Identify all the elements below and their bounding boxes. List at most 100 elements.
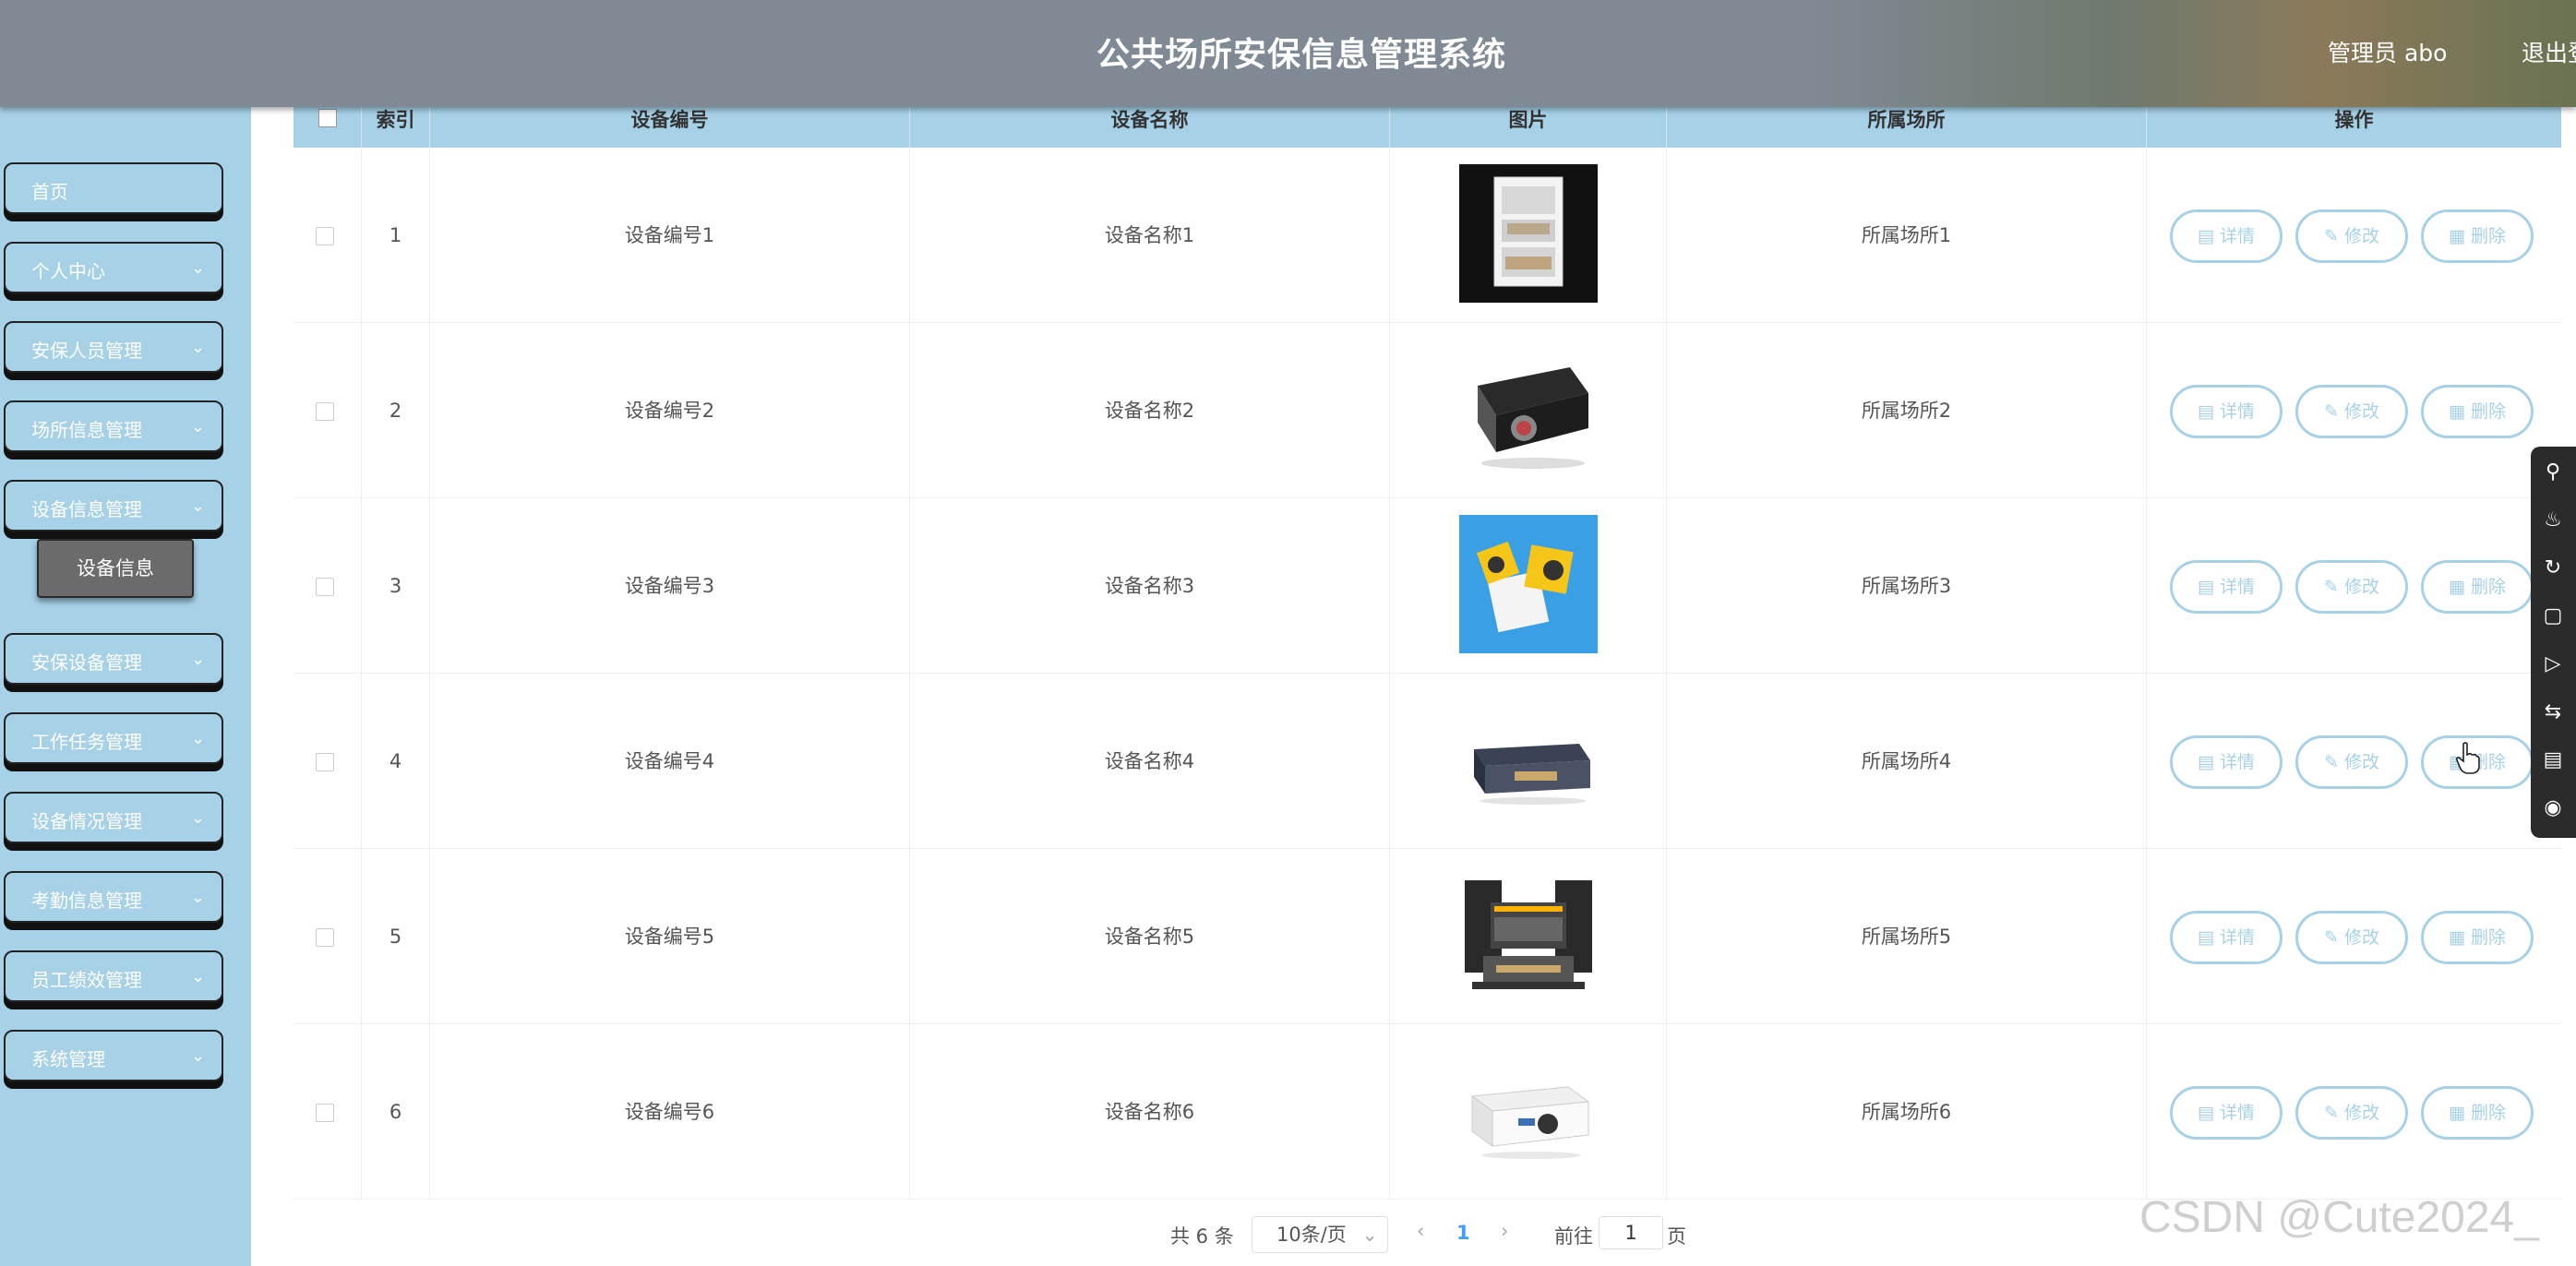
flame-icon[interactable]: ♨ xyxy=(2540,508,2566,533)
cell-device-code: 设备编号2 xyxy=(430,323,910,498)
sidebar-item-work-task[interactable]: 工作任务管理 ⌄ xyxy=(4,712,223,764)
cell-device-name: 设备名称2 xyxy=(910,323,1390,498)
refresh-icon[interactable]: ↻ xyxy=(2540,555,2566,581)
table-row: 2 设备编号2 设备名称2 所属场所2 ▤ 详情 ✎ 修改 ▦ 删除 xyxy=(294,323,2561,498)
detail-button[interactable]: ▤ 详情 xyxy=(2170,560,2282,614)
header-select-all[interactable] xyxy=(294,107,362,148)
sidebar-item-label: 场所信息管理 xyxy=(31,419,142,441)
chevron-down-icon: ⌄ xyxy=(190,417,205,436)
goto-page-input[interactable]: 1 xyxy=(1599,1216,1663,1249)
document-icon: ▤ xyxy=(2197,577,2214,597)
edit-button[interactable]: ✎ 修改 xyxy=(2295,1086,2408,1140)
device-image[interactable] xyxy=(1459,164,1598,303)
cell-index: 3 xyxy=(362,498,430,674)
edit-button[interactable]: ✎ 修改 xyxy=(2295,911,2408,964)
sidebar-item-label: 工作任务管理 xyxy=(31,731,142,753)
next-page-button[interactable]: › xyxy=(1501,1220,1508,1242)
sidebar-item-performance[interactable]: 员工绩效管理 ⌄ xyxy=(4,950,223,1002)
chevron-down-icon: ⌄ xyxy=(190,1046,205,1066)
table-row: 6 设备编号6 设备名称6 所属场所6 ▤ 详情 ✎ 修改 ▦ 删除 xyxy=(294,1024,2561,1200)
search-icon[interactable]: ⚲ xyxy=(2540,460,2566,485)
edit-button[interactable]: ✎ 修改 xyxy=(2295,560,2408,614)
device-image[interactable] xyxy=(1459,866,1598,1004)
cell-place: 所属场所3 xyxy=(1667,498,2147,674)
detail-button[interactable]: ▤ 详情 xyxy=(2170,385,2282,438)
detail-button[interactable]: ▤ 详情 xyxy=(2170,735,2282,789)
cell-place: 所属场所5 xyxy=(1667,849,2147,1024)
delete-button[interactable]: ▦ 删除 xyxy=(2421,1086,2534,1140)
column-header: 所属场所 xyxy=(1667,107,2147,148)
logout-link[interactable]: 退出登录 xyxy=(2522,35,2576,68)
edit-button[interactable]: ✎ 修改 xyxy=(2295,209,2408,263)
device-image[interactable] xyxy=(1459,1041,1598,1179)
delete-button[interactable]: ▦ 删除 xyxy=(2421,385,2534,438)
page-size-select[interactable]: 10条/页 ⌄ xyxy=(1252,1216,1388,1253)
cell-index: 4 xyxy=(362,674,430,849)
detail-button[interactable]: ▤ 详情 xyxy=(2170,1086,2282,1140)
delete-button[interactable]: ▦ 删除 xyxy=(2421,209,2534,263)
select-all-checkbox[interactable] xyxy=(318,109,337,127)
sidebar-item-place-info[interactable]: 场所信息管理 ⌄ xyxy=(4,400,223,452)
row-select-cell xyxy=(294,1024,362,1200)
device-image[interactable] xyxy=(1459,690,1598,829)
edit-button[interactable]: ✎ 修改 xyxy=(2295,385,2408,438)
cell-actions: ▤ 详情 ✎ 修改 ▦ 删除 xyxy=(2147,498,2561,674)
row-checkbox[interactable] xyxy=(316,1104,334,1122)
column-header: 索引 xyxy=(362,107,430,148)
edit-label: 修改 xyxy=(2343,226,2379,246)
camera-icon[interactable]: ◉ xyxy=(2540,795,2566,821)
cell-place: 所属场所1 xyxy=(1667,148,2147,323)
row-checkbox[interactable] xyxy=(316,928,334,947)
sidebar: 首页 个人中心 ⌄ 安保人员管理 ⌄ 场所信息管理 ⌄ 设备信息管理 ⌄ 设备信… xyxy=(0,107,251,1266)
detail-button[interactable]: ▤ 详情 xyxy=(2170,911,2282,964)
cell-device-name: 设备名称6 xyxy=(910,1024,1390,1200)
row-checkbox[interactable] xyxy=(316,227,334,245)
cell-device-name: 设备名称4 xyxy=(910,674,1390,849)
delete-button[interactable]: ▦ 删除 xyxy=(2421,560,2534,614)
sidebar-item-label: 设备信息管理 xyxy=(31,498,142,520)
chevron-down-icon: ⌄ xyxy=(190,258,205,278)
page-size-value: 10条/页 xyxy=(1276,1224,1347,1246)
document-icon: ▤ xyxy=(2197,1103,2214,1123)
edit-button[interactable]: ✎ 修改 xyxy=(2295,735,2408,789)
cell-device-code: 设备编号5 xyxy=(430,849,910,1024)
sidebar-item-device-info[interactable]: 设备信息管理 ⌄ xyxy=(4,480,223,531)
delete-label: 删除 xyxy=(2470,577,2506,597)
detail-label: 详情 xyxy=(2219,1103,2255,1123)
sidebar-item-attendance[interactable]: 考勤信息管理 ⌄ xyxy=(4,871,223,923)
device-image[interactable] xyxy=(1459,515,1598,653)
pencil-icon: ✎ xyxy=(2324,577,2339,597)
sidebar-item-security-staff[interactable]: 安保人员管理 ⌄ xyxy=(4,321,223,373)
sidebar-item-system[interactable]: 系统管理 ⌄ xyxy=(4,1030,223,1081)
cell-place: 所属场所4 xyxy=(1667,674,2147,849)
cell-actions: ▤ 详情 ✎ 修改 ▦ 删除 xyxy=(2147,849,2561,1024)
device-image[interactable] xyxy=(1459,340,1598,478)
cell-place: 所属场所2 xyxy=(1667,323,2147,498)
row-checkbox[interactable] xyxy=(316,402,334,421)
sidebar-subitem-device-info[interactable]: 设备信息 xyxy=(37,539,194,598)
video-icon[interactable]: ▢ xyxy=(2540,603,2566,629)
pencil-icon: ✎ xyxy=(2324,752,2339,772)
row-checkbox[interactable] xyxy=(316,753,334,771)
sidebar-item-home[interactable]: 首页 xyxy=(4,162,223,214)
delete-button[interactable]: ▦ 删除 xyxy=(2421,911,2534,964)
translate-icon[interactable]: ▤ xyxy=(2540,747,2566,773)
sidebar-item-label: 员工绩效管理 xyxy=(31,969,142,991)
detail-button[interactable]: ▤ 详情 xyxy=(2170,209,2282,263)
column-header: 图片 xyxy=(1390,107,1667,148)
watermark: CSDN @Cute2024_ xyxy=(2139,1193,2539,1242)
sidebar-item-security-device[interactable]: 安保设备管理 ⌄ xyxy=(4,633,223,685)
swap-icon[interactable]: ⇆ xyxy=(2540,699,2566,725)
sidebar-item-label: 考勤信息管理 xyxy=(31,890,142,912)
cell-place: 所属场所6 xyxy=(1667,1024,2147,1200)
sidebar-item-personal-center[interactable]: 个人中心 ⌄ xyxy=(4,242,223,293)
edit-label: 修改 xyxy=(2343,1103,2379,1123)
row-checkbox[interactable] xyxy=(316,578,334,596)
document-icon: ▤ xyxy=(2197,226,2214,246)
play-icon[interactable]: ▷ xyxy=(2540,651,2566,677)
prev-page-button[interactable]: ‹ xyxy=(1417,1220,1424,1242)
cell-device-code: 设备编号3 xyxy=(430,498,910,674)
current-page[interactable]: 1 xyxy=(1456,1222,1470,1244)
sidebar-item-device-status[interactable]: 设备情况管理 ⌄ xyxy=(4,792,223,843)
trash-icon: ▦ xyxy=(2448,1103,2465,1123)
